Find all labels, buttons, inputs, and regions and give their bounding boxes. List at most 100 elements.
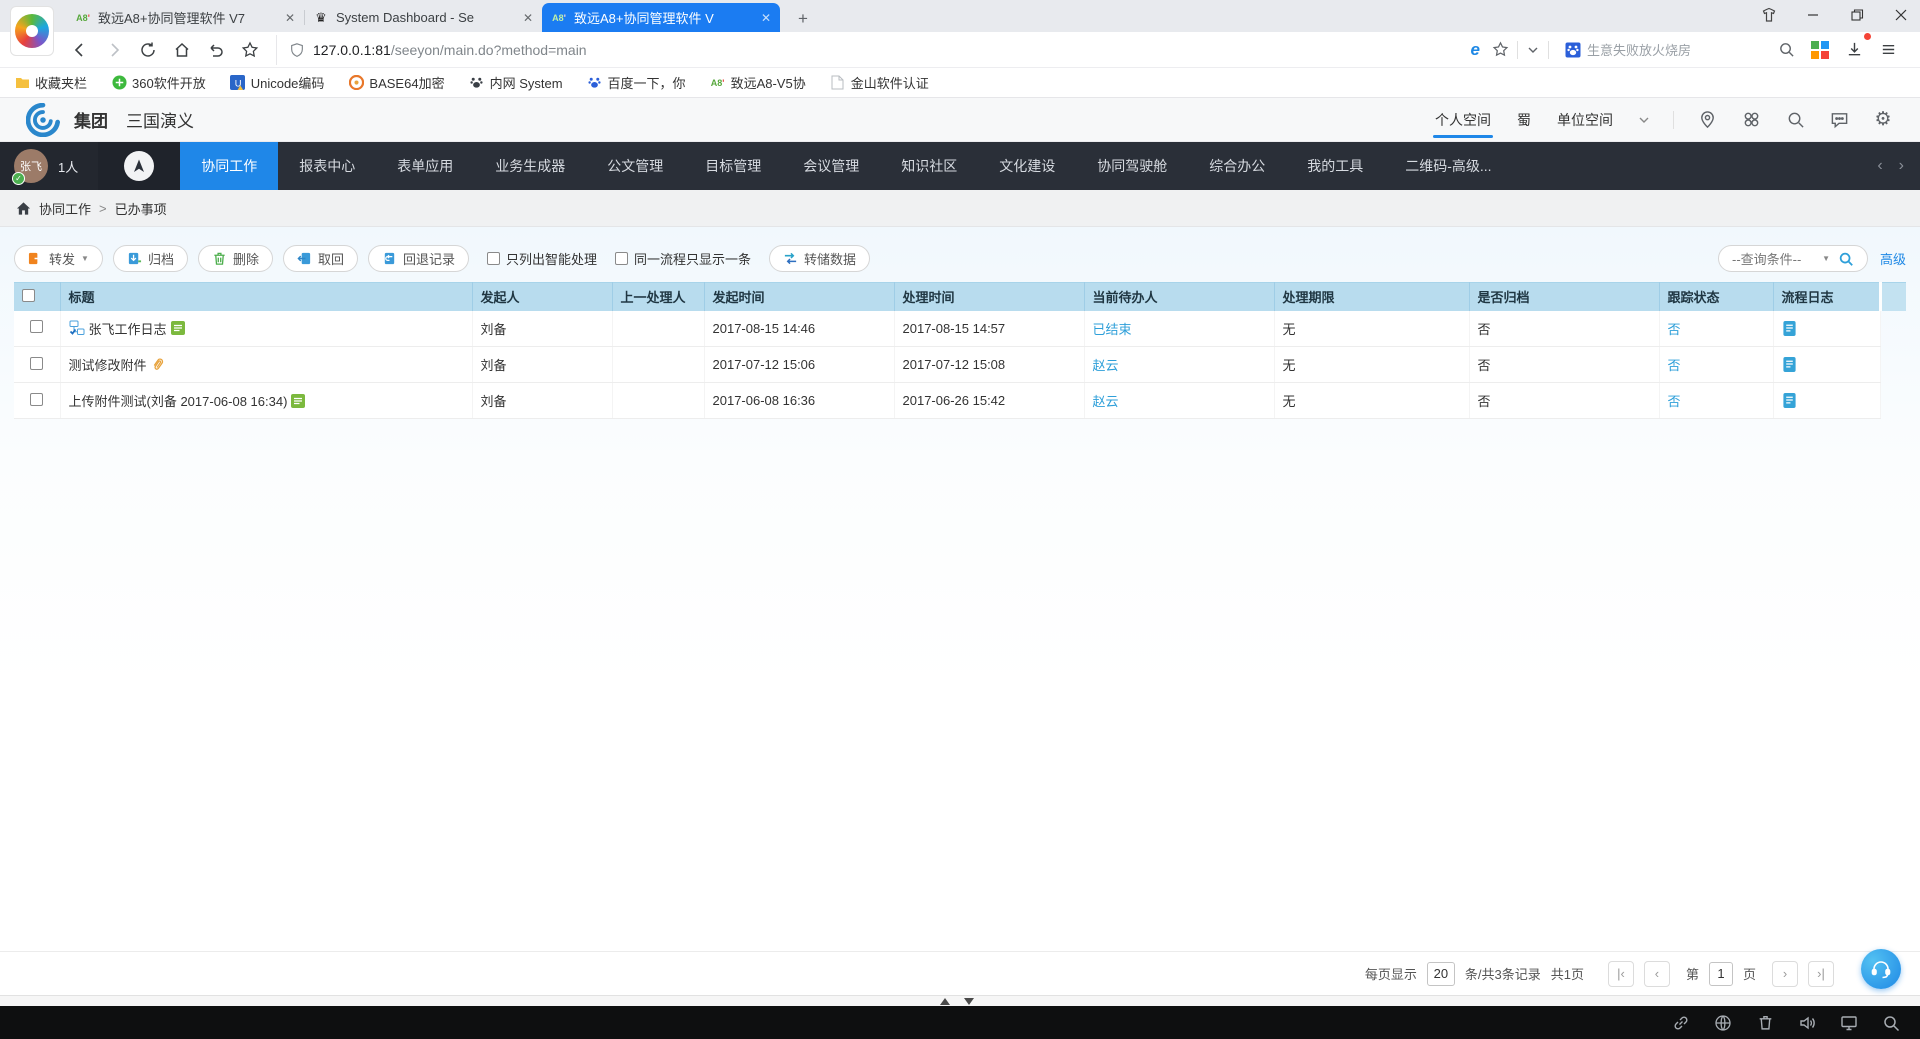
home-icon[interactable]: [16, 201, 31, 216]
bookmark-base64[interactable]: BASE64加密: [348, 73, 444, 92]
last-page-button[interactable]: ›|: [1808, 961, 1834, 987]
browser-logo-icon[interactable]: [10, 6, 54, 56]
header-search-icon[interactable]: [1784, 109, 1806, 131]
select-all-checkbox[interactable]: [22, 289, 35, 302]
first-page-button[interactable]: |‹: [1608, 961, 1634, 987]
scroll-up-icon[interactable]: [940, 998, 950, 1005]
back-button[interactable]: [66, 36, 94, 64]
browser-tab-2[interactable]: ♛ System Dashboard - Se ✕: [304, 3, 542, 32]
content-indicator-icon[interactable]: [291, 394, 305, 408]
nav-item-my-tools[interactable]: 我的工具: [1286, 142, 1384, 190]
nav-scroll-left-icon[interactable]: ‹: [1877, 157, 1882, 175]
item-title-link[interactable]: 测试修改附件: [69, 355, 147, 374]
flow-log-icon[interactable]: [1782, 320, 1872, 337]
col-handle-time[interactable]: 处理时间: [894, 283, 1084, 311]
nav-item-reports[interactable]: 报表中心: [278, 142, 376, 190]
current-handler-link[interactable]: 已结束: [1093, 322, 1132, 337]
search-icon[interactable]: [1772, 36, 1800, 64]
browser-search-box[interactable]: 生意失败放火烧房: [1557, 36, 1772, 64]
flow-log-icon[interactable]: [1782, 392, 1872, 409]
favorite-star-icon[interactable]: [236, 36, 264, 64]
minimize-button[interactable]: [1804, 6, 1822, 24]
col-prev-handler[interactable]: 上一处理人: [612, 283, 704, 311]
breadcrumb-section[interactable]: 协同工作: [39, 199, 91, 218]
tab-close-icon[interactable]: ✕: [285, 11, 295, 25]
forward-button[interactable]: [100, 36, 128, 64]
dropdown-chevron-icon[interactable]: [1526, 43, 1540, 57]
avatar[interactable]: 张飞 ✓: [14, 149, 48, 183]
tab-close-icon[interactable]: ✕: [523, 11, 533, 25]
ie-compat-icon[interactable]: e: [1471, 40, 1480, 60]
query-condition-select[interactable]: --查询条件-- ▼: [1718, 245, 1868, 272]
nav-item-knowledge[interactable]: 知识社区: [880, 142, 978, 190]
display-icon[interactable]: [1840, 1014, 1858, 1032]
nav-item-general-office[interactable]: 综合办公: [1188, 142, 1286, 190]
menu-icon[interactable]: [1874, 36, 1902, 64]
prev-page-button[interactable]: ‹: [1644, 961, 1670, 987]
personal-space-tab[interactable]: 个人空间: [1433, 100, 1493, 140]
col-current-handler[interactable]: 当前待办人: [1084, 283, 1274, 311]
smart-filter-checkbox[interactable]: 只列出智能处理: [487, 249, 597, 268]
reload-button[interactable]: [134, 36, 162, 64]
browser-tab-1[interactable]: A8' 致远A8+协同管理软件 V7 ✕: [66, 3, 304, 32]
link-icon[interactable]: [1672, 1014, 1690, 1032]
archive-button[interactable]: 归档: [113, 245, 188, 272]
nav-item-collaboration[interactable]: 协同工作: [180, 142, 278, 190]
close-window-button[interactable]: [1892, 6, 1910, 24]
row-checkbox[interactable]: [30, 320, 43, 333]
flow-log-icon[interactable]: [1782, 356, 1872, 373]
delete-button[interactable]: 删除: [198, 245, 273, 272]
next-page-button[interactable]: ›: [1772, 961, 1798, 987]
bookmark-intranet[interactable]: 内网 System: [469, 73, 563, 92]
track-status-link[interactable]: 否: [1668, 394, 1681, 409]
nav-scroll-right-icon[interactable]: ›: [1899, 157, 1904, 175]
bookmark-kingsoft[interactable]: 金山软件认证: [830, 73, 929, 92]
checkbox-icon[interactable]: [487, 252, 500, 265]
content-indicator-icon[interactable]: [171, 321, 185, 335]
col-deadline[interactable]: 处理期限: [1274, 283, 1469, 311]
nav-item-qrcode[interactable]: 二维码-高级...: [1384, 142, 1512, 190]
checkbox-icon[interactable]: [615, 252, 628, 265]
nav-item-forms[interactable]: 表单应用: [376, 142, 474, 190]
restore-button[interactable]: [1848, 6, 1866, 24]
bookmark-360[interactable]: 360软件开放: [111, 73, 206, 92]
app-center-icon[interactable]: [1740, 109, 1762, 131]
scroll-down-icon[interactable]: [964, 998, 974, 1005]
single-flow-checkbox[interactable]: 同一流程只显示一条: [615, 249, 751, 268]
track-status-link[interactable]: 否: [1668, 322, 1681, 337]
table-row[interactable]: 张飞工作日志 刘备 2017-08-15 14:46 2017-08-15 14…: [14, 311, 1906, 347]
apps-grid-icon[interactable]: [1806, 36, 1834, 64]
row-checkbox[interactable]: [30, 357, 43, 370]
bookmark-seeyon[interactable]: A8' 致远A8-V5协: [710, 73, 806, 92]
globe-icon[interactable]: [1714, 1014, 1732, 1032]
retrieve-button[interactable]: 取回: [283, 245, 358, 272]
unit-space-tab[interactable]: 单位空间: [1555, 100, 1615, 140]
table-row[interactable]: 测试修改附件 刘备 2017-07-12 15:06 2017-07-12 15…: [14, 347, 1906, 383]
bookmark-baidu[interactable]: 百度一下，你: [587, 73, 686, 92]
per-page-input[interactable]: 20: [1427, 962, 1455, 986]
col-track-status[interactable]: 跟踪状态: [1659, 283, 1773, 311]
advanced-search-link[interactable]: 高级: [1880, 249, 1906, 268]
tab-close-icon[interactable]: ✕: [761, 11, 771, 25]
new-tab-button[interactable]: +: [788, 6, 818, 32]
bookmark-star-icon[interactable]: [1492, 41, 1509, 58]
bookmark-unicode[interactable]: U Unicode编码: [230, 73, 325, 92]
nav-item-culture[interactable]: 文化建设: [978, 142, 1076, 190]
col-archived[interactable]: 是否归档: [1469, 283, 1659, 311]
item-title-link[interactable]: 上传附件测试(刘备 2017-06-08 16:34): [69, 391, 288, 410]
assistant-floating-button[interactable]: [1861, 949, 1901, 989]
volume-icon[interactable]: [1798, 1014, 1816, 1032]
gear-icon[interactable]: ⚙: [1872, 109, 1894, 131]
col-start-time[interactable]: 发起时间: [704, 283, 894, 311]
col-starter[interactable]: 发起人: [472, 283, 612, 311]
url-field[interactable]: 127.0.0.1:81/seeyon/main.do?method=main …: [276, 35, 1509, 65]
col-flow-log[interactable]: 流程日志: [1773, 283, 1880, 311]
location-pin-icon[interactable]: [1696, 109, 1718, 131]
space-switch-chevron-icon[interactable]: [1637, 113, 1651, 127]
messages-icon[interactable]: [1828, 109, 1850, 131]
nav-item-goals[interactable]: 目标管理: [684, 142, 782, 190]
current-handler-link[interactable]: 赵云: [1093, 394, 1119, 409]
col-title[interactable]: 标题: [60, 283, 472, 311]
rollback-log-button[interactable]: 回退记录: [368, 245, 469, 272]
nav-item-cockpit[interactable]: 协同驾驶舱: [1076, 142, 1188, 190]
